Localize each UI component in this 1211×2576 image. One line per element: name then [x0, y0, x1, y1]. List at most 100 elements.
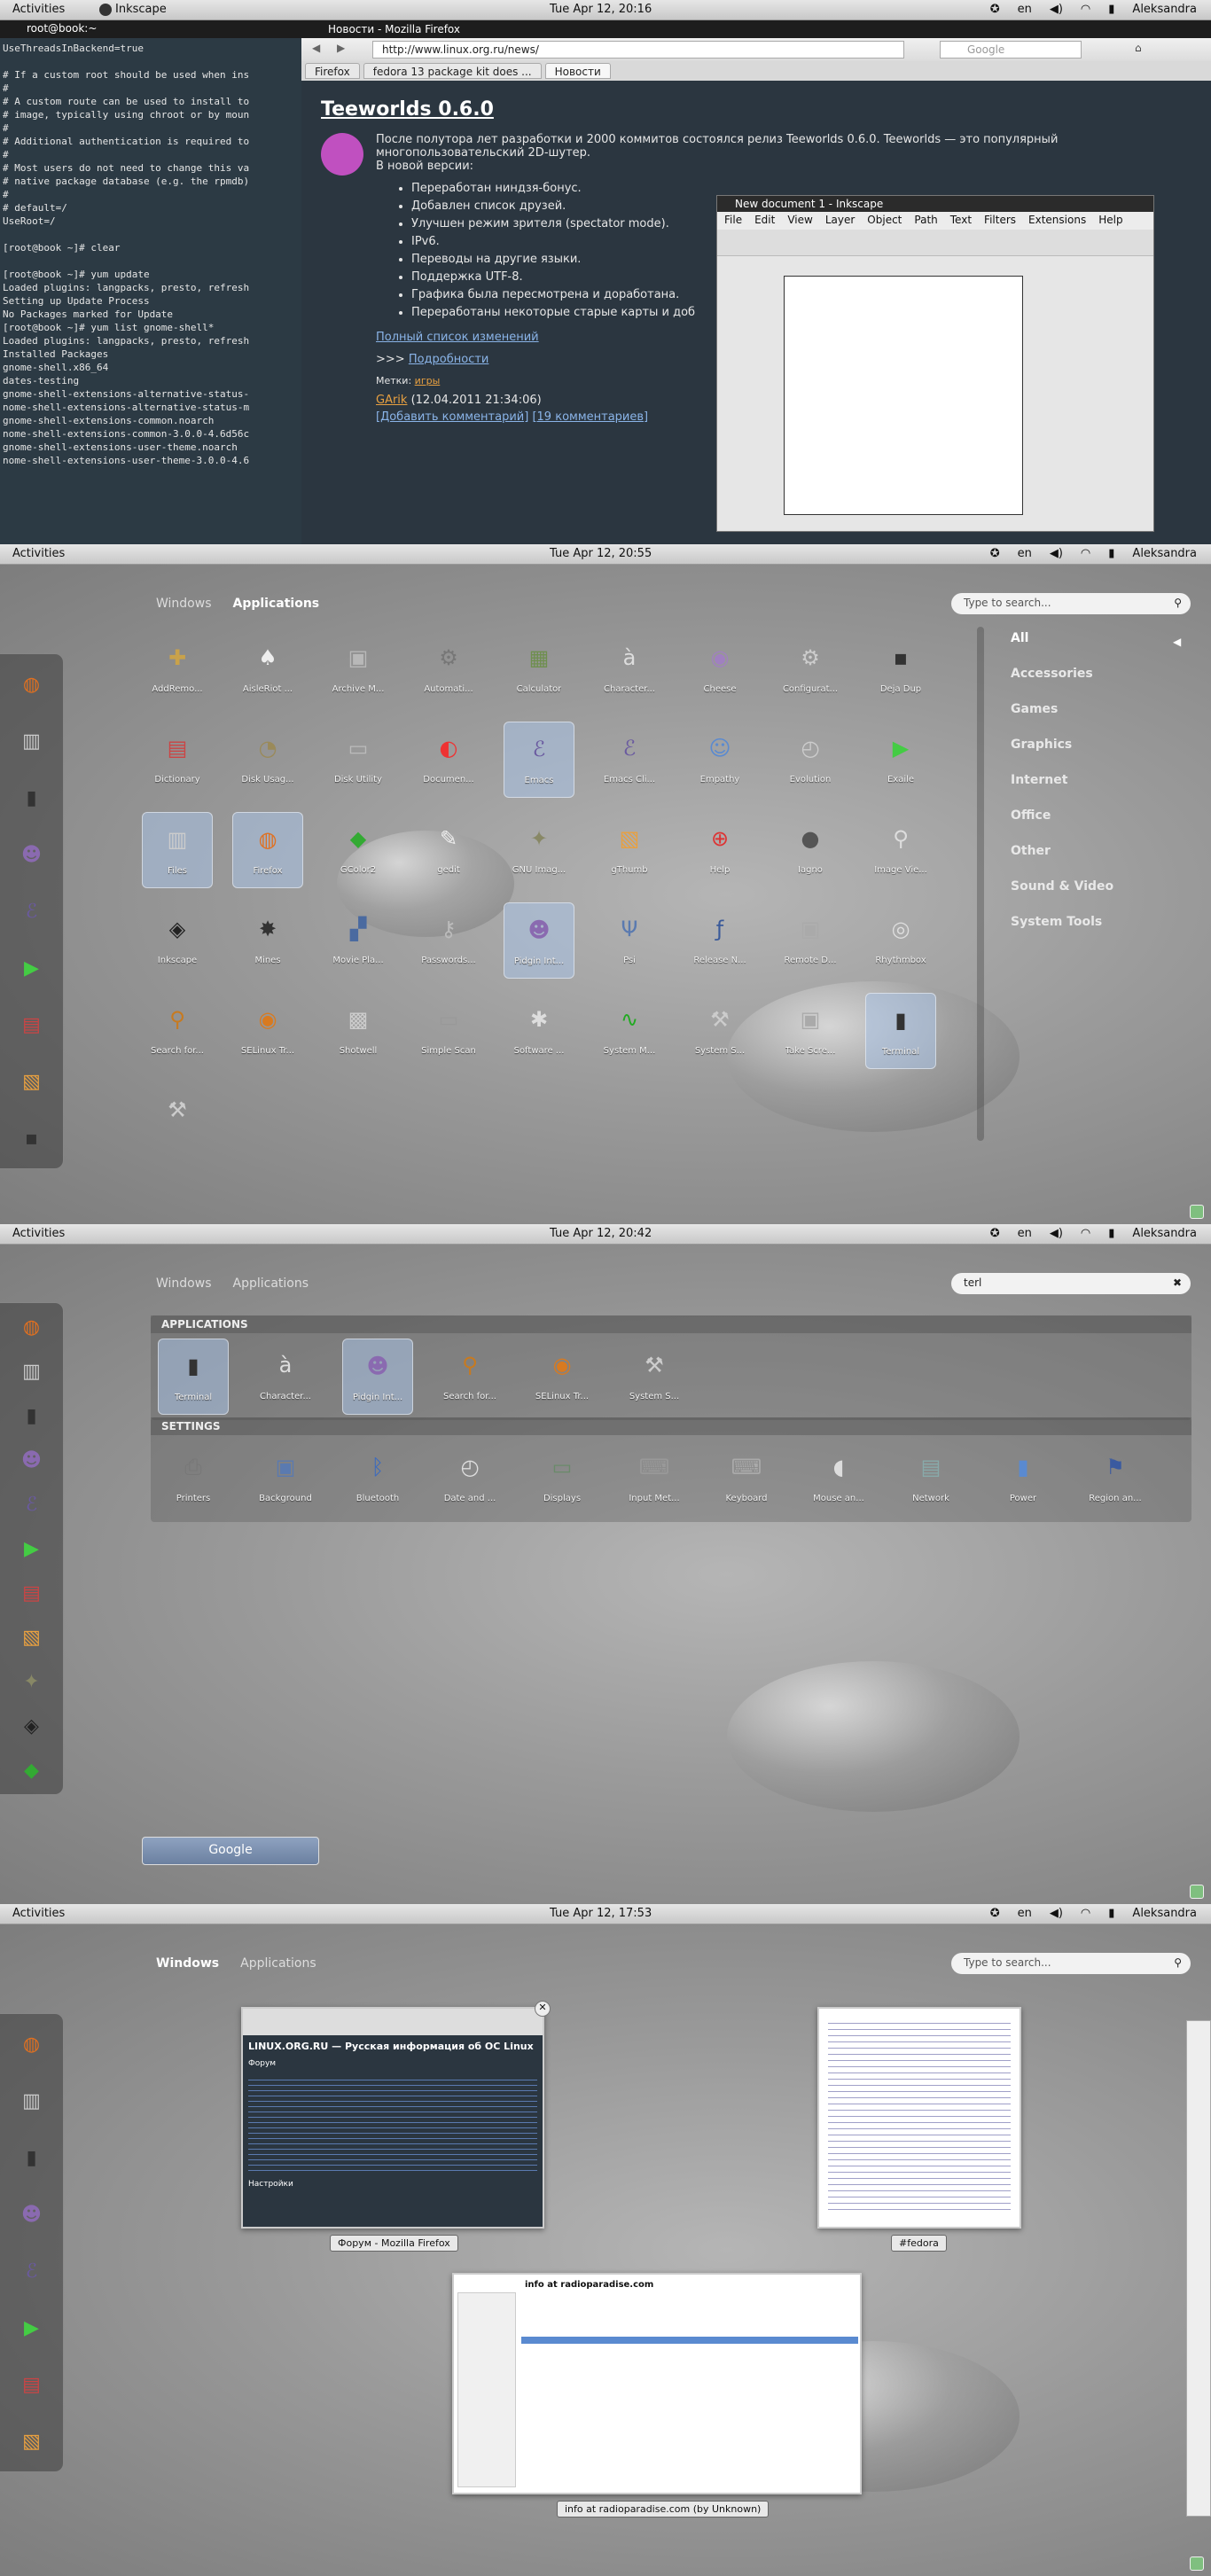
app-launcher[interactable]: ∿ System M...: [594, 993, 665, 1069]
app-launcher[interactable]: ◉ SELinux Tr...: [527, 1339, 598, 1415]
app-launcher[interactable]: ◆ GColor2: [323, 812, 394, 888]
message-tray-icon[interactable]: [1190, 1885, 1204, 1899]
category-item[interactable]: System Tools: [1011, 915, 1113, 950]
message-tray-icon[interactable]: [1190, 2556, 1204, 2571]
firefox-menu-button[interactable]: Firefox: [305, 63, 360, 79]
app-launcher[interactable]: ♠ AisleRiot ...: [232, 631, 303, 707]
volume-icon[interactable]: ◀): [1050, 547, 1063, 560]
app-launcher[interactable]: ● Iagno: [775, 812, 846, 888]
network-icon[interactable]: ◠: [1081, 1907, 1090, 1920]
dash-favorite[interactable]: ℰ: [11, 888, 53, 934]
clock[interactable]: Tue Apr 12, 20:55: [550, 547, 652, 560]
dash-favorite[interactable]: ◈: [11, 1709, 53, 1743]
author-link[interactable]: GArik: [376, 394, 407, 407]
window-thumb-firefox[interactable]: LINUX.ORG.RU — Русская информация об ОС …: [241, 2007, 544, 2229]
category-item[interactable]: Accessories: [1011, 667, 1113, 702]
app-launcher[interactable]: ▭ Displays: [527, 1440, 598, 1517]
keyboard-layout[interactable]: en: [1018, 3, 1032, 16]
dash-favorite[interactable]: ▧: [11, 1058, 53, 1105]
dash-favorite[interactable]: ▤: [11, 1576, 53, 1610]
app-launcher[interactable]: ◉ Cheese: [684, 631, 755, 707]
app-menu-label[interactable]: Inkscape: [115, 3, 167, 16]
app-launcher[interactable]: ⎙ Printers: [158, 1440, 229, 1517]
user-menu[interactable]: Aleksandra: [1132, 1227, 1197, 1240]
app-launcher[interactable]: ◐ Documen...: [413, 722, 484, 798]
search-input[interactable]: Type to search... ⚲: [951, 1953, 1191, 1974]
category-item[interactable]: All: [1011, 631, 1113, 667]
app-launcher[interactable]: ▮ Terminal: [158, 1339, 229, 1415]
network-icon[interactable]: ◠: [1081, 547, 1090, 560]
dash-favorite[interactable]: ▮: [11, 775, 53, 821]
app-launcher[interactable]: ⚲ Search for...: [434, 1339, 505, 1415]
app-launcher[interactable]: ⌨ Keyboard: [711, 1440, 782, 1517]
dash-favorite[interactable]: ▥: [11, 2078, 53, 2124]
window-thumb-radio[interactable]: info at radioparadise.com: [452, 2273, 862, 2494]
activities-button[interactable]: Activities: [12, 3, 65, 16]
dash-favorite[interactable]: ▤: [11, 2361, 53, 2408]
app-launcher[interactable]: ▥ Files: [142, 812, 213, 888]
category-item[interactable]: Office: [1011, 808, 1113, 844]
accessibility-icon[interactable]: ✪: [990, 1227, 1000, 1240]
dash-favorite[interactable]: ◆: [11, 1753, 53, 1787]
app-launcher[interactable]: ▶ Exaile: [865, 722, 936, 798]
clear-search-icon[interactable]: ✖: [1173, 1276, 1182, 1289]
dash-favorite[interactable]: ◍: [11, 661, 53, 707]
dash-favorite[interactable]: ▧: [11, 1620, 53, 1654]
category-item[interactable]: Games: [1011, 702, 1113, 738]
keyboard-layout[interactable]: en: [1018, 1907, 1032, 1920]
clock[interactable]: Tue Apr 12, 20:16: [550, 3, 652, 16]
dash-favorite[interactable]: ☻: [11, 1443, 53, 1477]
app-launcher[interactable]: ⌨ Input Met...: [619, 1440, 690, 1517]
battery-icon[interactable]: ▮: [1108, 3, 1114, 16]
activities-button[interactable]: Activities: [12, 1907, 65, 1920]
tag-link[interactable]: игры: [415, 375, 441, 386]
dash-favorite[interactable]: ☻: [11, 831, 53, 878]
app-launcher[interactable]: ▤ Dictionary: [142, 722, 213, 798]
app-launcher[interactable]: ◴ Evolution: [775, 722, 846, 798]
app-launcher[interactable]: à Character...: [594, 631, 665, 707]
search-input[interactable]: terl ✖: [951, 1273, 1191, 1294]
app-launcher[interactable]: ✦ GNU Imag...: [504, 812, 574, 888]
app-launcher[interactable]: ◉ SELinux Tr...: [232, 993, 303, 1069]
dash-favorite[interactable]: ▮: [11, 1399, 53, 1432]
keyboard-layout[interactable]: en: [1018, 1227, 1032, 1240]
article-title[interactable]: Teeworlds 0.6.0: [321, 98, 1191, 121]
app-grid-scrollbar[interactable]: [977, 627, 984, 1141]
app-launcher[interactable]: ▧ gThumb: [594, 812, 665, 888]
dash-favorite[interactable]: ▪: [11, 1115, 53, 1161]
app-launcher[interactable]: ᛒ Bluetooth: [342, 1440, 413, 1517]
app-launcher[interactable]: ✸ Mines: [232, 902, 303, 979]
app-launcher[interactable]: ⚲ Image Vie...: [865, 812, 936, 888]
activities-button[interactable]: Activities: [12, 1227, 65, 1240]
terminal-output[interactable]: UseThreadsInBackend=true # If a custom r…: [0, 38, 301, 471]
menu-object[interactable]: Object: [867, 214, 902, 228]
keyboard-layout[interactable]: en: [1018, 547, 1032, 560]
inkscape-canvas[interactable]: [784, 276, 1023, 515]
google-search-field[interactable]: Google: [940, 41, 1082, 59]
message-tray-icon[interactable]: [1190, 1205, 1204, 1219]
dash-favorite[interactable]: ◍: [11, 2021, 53, 2067]
accessibility-icon[interactable]: ✪: [990, 1907, 1000, 1920]
dash-favorite[interactable]: ☻: [11, 2191, 53, 2237]
app-launcher[interactable]: ℰ Emacs: [504, 722, 574, 798]
menu-edit[interactable]: Edit: [754, 214, 775, 228]
tab-applications[interactable]: Applications: [240, 1956, 316, 1971]
forward-icon[interactable]: ▶: [337, 42, 345, 54]
app-launcher[interactable]: ⚑ Region an...: [1080, 1440, 1151, 1517]
app-launcher[interactable]: ☻ Pidgin Int...: [342, 1339, 413, 1415]
app-launcher[interactable]: ⚒ System S...: [684, 993, 755, 1069]
clock[interactable]: Tue Apr 12, 17:53: [550, 1907, 652, 1920]
app-launcher[interactable]: ▣ Background: [250, 1440, 321, 1517]
app-launcher[interactable]: ▭ Disk Utility: [323, 722, 394, 798]
accessibility-icon[interactable]: ✪: [990, 547, 1000, 560]
menu-path[interactable]: Path: [914, 214, 937, 228]
menu-view[interactable]: View: [787, 214, 812, 228]
tab-applications[interactable]: Applications: [233, 1276, 309, 1291]
app-launcher[interactable]: ✚ AddRemo...: [142, 631, 213, 707]
dash-favorite[interactable]: ◍: [11, 1310, 53, 1344]
network-icon[interactable]: ◠: [1081, 3, 1090, 16]
app-launcher[interactable]: ▭ Simple Scan: [413, 993, 484, 1069]
accessibility-icon[interactable]: ✪: [990, 3, 1000, 16]
dash-favorite[interactable]: ℰ: [11, 2248, 53, 2294]
tab-news[interactable]: Новости: [544, 63, 611, 79]
